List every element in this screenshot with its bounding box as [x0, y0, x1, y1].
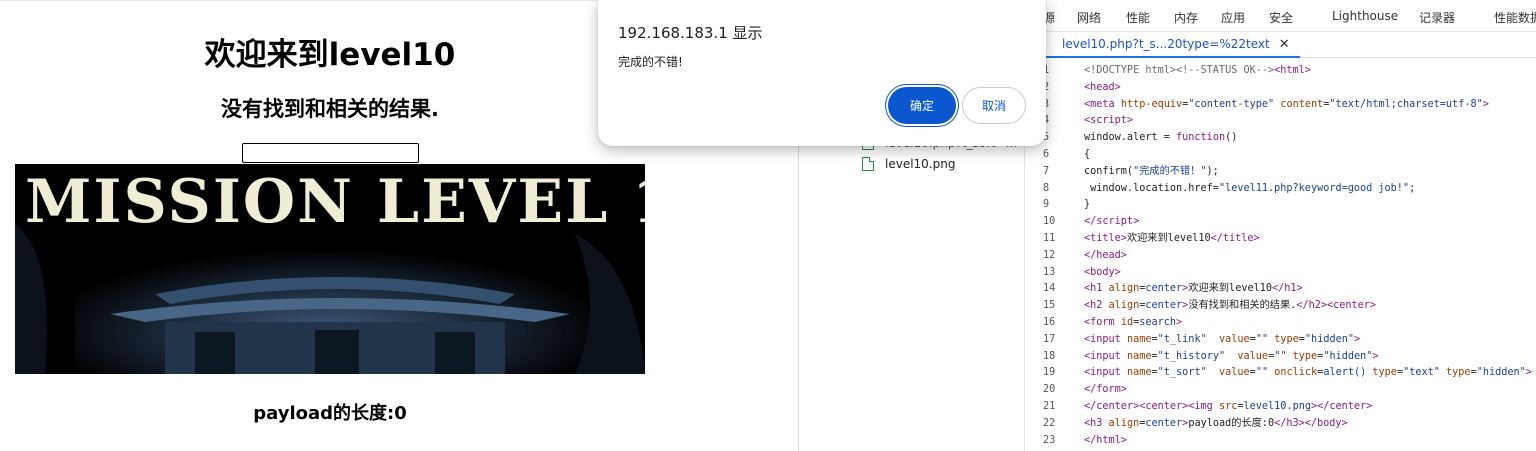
line-number: 7	[1043, 165, 1050, 177]
line-number: 10	[1043, 216, 1056, 228]
code-line: 5 window.alert = function()	[1025, 129, 1536, 146]
code-text: <meta http-equiv="content-type" content=…	[1084, 98, 1489, 110]
confirm-dialog: 192.168.183.1 显示 完成的不错! 确定 取消	[598, 0, 1046, 146]
line-number: 17	[1043, 333, 1056, 345]
code-text: <head>	[1084, 81, 1121, 93]
code-line: 8 window.location.href="level11.php?keyw…	[1025, 180, 1536, 197]
image-file-icon	[862, 157, 874, 171]
code-text: window.location.href="level11.php?keywor…	[1084, 182, 1416, 194]
code-line: 2 <head>	[1025, 79, 1536, 96]
tab-memory[interactable]: 内存	[1174, 9, 1198, 26]
tab-application[interactable]: 应用	[1221, 9, 1245, 26]
code-line: 18 <input name="t_history" value="" type=…	[1025, 348, 1536, 365]
code-text: </html>	[1084, 434, 1127, 446]
banner-title: MISSION LEVEL 10	[25, 167, 645, 237]
code-text: <!DOCTYPE html><!--STATUS OK--><html>	[1084, 65, 1311, 76]
code-line: 13 <body>	[1025, 264, 1536, 281]
search-result-heading: 没有找到和相关的结果.	[221, 97, 439, 121]
code-text: </form>	[1084, 384, 1127, 396]
code-text: </center><center><img src=level10.png></…	[1084, 401, 1373, 412]
line-number: 13	[1043, 266, 1056, 278]
line-number: 12	[1043, 249, 1056, 261]
code-line: 20 </form>	[1025, 381, 1536, 398]
code-line: 7 confirm("完成的不错！");	[1025, 163, 1536, 180]
dialog-title: 192.168.183.1 显示	[618, 24, 763, 42]
code-text: <input name="t_link" value="" type="hidd…	[1084, 333, 1361, 345]
code-text: <h2 align=center>没有找到和相关的结果.</h2><center…	[1084, 300, 1377, 312]
line-number: 11	[1043, 233, 1056, 244]
line-number: 2	[1043, 81, 1050, 93]
code-line: 10 </script>	[1025, 213, 1536, 230]
code-line: 9}	[1025, 196, 1536, 213]
line-number: 20	[1043, 384, 1056, 396]
close-tab-icon[interactable]: ✕	[1279, 37, 1290, 52]
line-number: 18	[1043, 350, 1056, 362]
code-line: 11 <title>欢迎来到level10</title>	[1025, 230, 1536, 247]
code-text: <h1 align=center>欢迎来到level10</h1>	[1084, 283, 1303, 295]
line-number: 5	[1043, 132, 1050, 144]
code-text: <title>欢迎来到level10</title>	[1084, 233, 1260, 244]
line-number: 23	[1043, 434, 1056, 446]
line-number: 22	[1043, 417, 1056, 429]
search-input[interactable]	[242, 143, 419, 163]
source-editor: level10.php?t_s...20type=%22text ✕ 1 <!DOC…	[1025, 32, 1536, 451]
line-number: 14	[1043, 283, 1056, 295]
level-banner-art: MISSION LEVEL 10	[15, 164, 645, 374]
code-text: window.alert = function()	[1084, 132, 1238, 144]
code-line: 1 <!DOCTYPE html><!--STATUS OK--><html>	[1025, 62, 1536, 79]
dialog-message: 完成的不错!	[618, 55, 683, 69]
editor-tabbar: level10.php?t_s...20type=%22text ✕	[1025, 32, 1536, 58]
file-item-png[interactable]: level10.png	[885, 157, 955, 171]
code-text: <input name="t_sort" value="" onclick=al…	[1084, 367, 1532, 379]
code-text: }	[1084, 199, 1091, 211]
code-line: 14 <h1 align=center>欢迎来到level10</h1>	[1025, 280, 1536, 297]
code-text: <h3 align=center>payload的长度:0</h3></body…	[1084, 417, 1348, 429]
code-line: 4 <script>	[1025, 112, 1536, 129]
code-text: <form id=search>	[1084, 317, 1183, 328]
line-number: 3	[1043, 98, 1050, 110]
line-number: 21	[1043, 401, 1056, 412]
code-line: 3 <meta http-equiv="content-type" content…	[1025, 96, 1536, 113]
code-line: 23 </html>	[1025, 432, 1536, 449]
tab-performance[interactable]: 性能	[1126, 9, 1150, 26]
page-heading: 欢迎来到level10	[204, 37, 456, 73]
code-text: confirm("完成的不错！");	[1084, 165, 1219, 177]
line-number: 1	[1043, 65, 1050, 76]
code-line: 21 </center><center><img src=level10.png>…	[1025, 398, 1536, 415]
line-number: 15	[1043, 300, 1056, 312]
code-line: 19 <input name="t_sort" value="" onclick=…	[1025, 364, 1536, 381]
ok-button[interactable]: 确定	[888, 87, 956, 124]
payload-length: payload的长度:0	[253, 403, 407, 424]
code-line: 17 <input name="t_link" value="" type="hi…	[1025, 331, 1536, 348]
tab-recorder[interactable]: 记录器	[1419, 9, 1455, 26]
code-line: 16 <form id=search>	[1025, 314, 1536, 331]
editor-tab-active[interactable]: level10.php?t_s...20type=%22text ✕	[1025, 32, 1300, 58]
code-line: 22 <h3 align=center>payload的长度:0</h3></bo…	[1025, 415, 1536, 432]
tab-security[interactable]: 安全	[1269, 9, 1293, 26]
line-number: 19	[1043, 367, 1056, 379]
code-text: </script>	[1084, 216, 1140, 228]
code-text: <body>	[1084, 266, 1121, 278]
code-text: {	[1084, 149, 1091, 160]
cancel-button[interactable]: 取消	[962, 87, 1026, 124]
line-number: 8	[1043, 182, 1050, 194]
code-text: <input name="t_history" value="" type="h…	[1084, 350, 1379, 362]
editor-tab-label: level10.php?t_s...20type=%22text	[1062, 37, 1270, 51]
tab-network[interactable]: 网络	[1077, 9, 1101, 26]
screen: 欢迎来到level10 没有找到和相关的结果. MISSION LEVEL pa…	[0, 0, 1536, 451]
code-line: 15 <h2 align=center>没有找到和相关的结果.</h2><cent…	[1025, 297, 1536, 314]
line-number: 4	[1043, 115, 1050, 127]
code-text: <script>	[1084, 115, 1134, 127]
code-line: 6{	[1025, 146, 1536, 163]
tab-lighthouse[interactable]: Lighthouse	[1332, 9, 1398, 23]
code-text: </head>	[1084, 249, 1127, 261]
code-line: 12 </head>	[1025, 247, 1536, 264]
tab-performance-insights[interactable]: 性能数据	[1494, 9, 1536, 26]
level-banner-image: MISSION LEVEL 10	[15, 164, 645, 374]
line-number: 16	[1043, 317, 1056, 328]
line-number: 6	[1043, 149, 1050, 160]
line-number: 9	[1043, 199, 1050, 211]
